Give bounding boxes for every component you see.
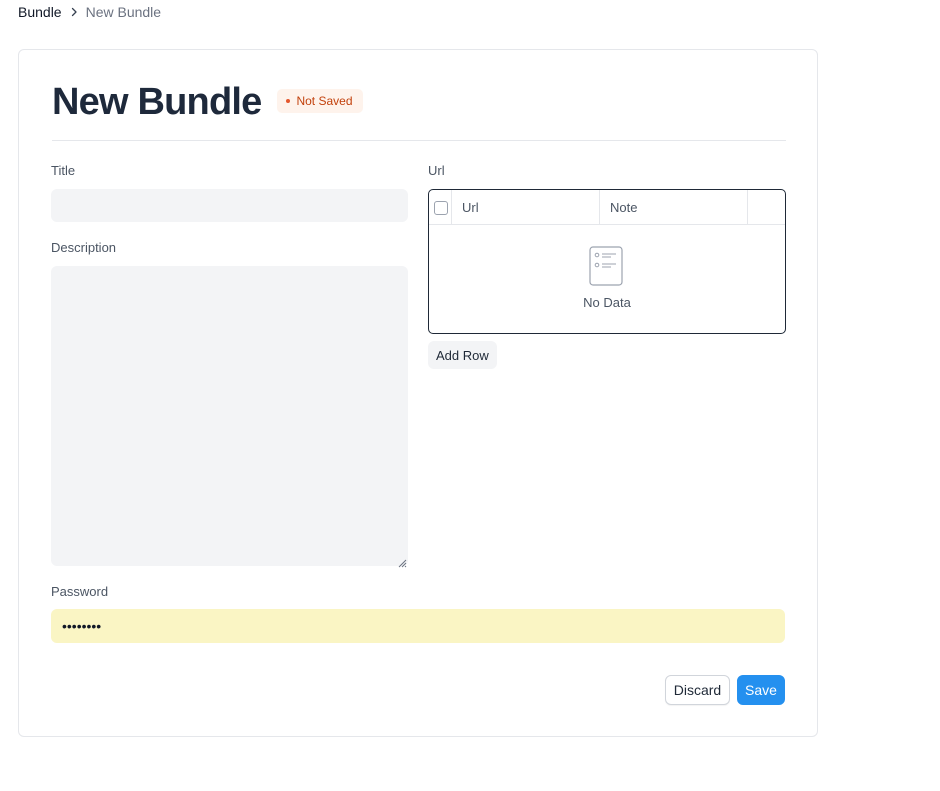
save-button[interactable]: Save bbox=[737, 675, 785, 705]
select-all-checkbox[interactable] bbox=[433, 200, 448, 215]
password-label: Password bbox=[51, 584, 109, 599]
password-input[interactable]: •••••••• bbox=[51, 609, 785, 643]
status-dot-icon bbox=[286, 99, 291, 103]
select-all-cell bbox=[429, 190, 452, 225]
discard-button[interactable]: Discard bbox=[665, 675, 730, 705]
password-value: •••••••• bbox=[62, 618, 102, 634]
title-label: Title bbox=[51, 163, 76, 178]
title-input[interactable] bbox=[51, 189, 408, 222]
status-badge: Not Saved bbox=[277, 89, 363, 113]
url-table-label: Url bbox=[428, 163, 445, 178]
url-table-header: Url Note bbox=[429, 190, 785, 225]
column-header-actions bbox=[748, 190, 785, 225]
add-row-button[interactable]: Add Row bbox=[428, 341, 497, 369]
description-label: Description bbox=[51, 240, 117, 255]
form-header: New Bundle Not Saved bbox=[52, 78, 786, 141]
form-card: New Bundle Not Saved Title Description U… bbox=[18, 49, 818, 737]
breadcrumb-current: New Bundle bbox=[85, 4, 162, 20]
breadcrumb-bundle-link[interactable]: Bundle bbox=[18, 4, 62, 20]
status-badge-label: Not Saved bbox=[296, 94, 353, 108]
empty-list-icon bbox=[589, 246, 624, 292]
column-header-note: Note bbox=[600, 190, 748, 225]
column-header-url: Url bbox=[452, 190, 600, 225]
page-title: New Bundle bbox=[52, 81, 262, 123]
url-table: Url Note No Data bbox=[428, 189, 786, 334]
chevron-right-icon bbox=[65, 3, 83, 21]
description-textarea[interactable] bbox=[51, 266, 408, 568]
empty-state-text: No Data bbox=[583, 295, 631, 310]
breadcrumb: Bundle New Bundle bbox=[18, 3, 161, 21]
resize-handle-icon[interactable] bbox=[397, 555, 407, 568]
